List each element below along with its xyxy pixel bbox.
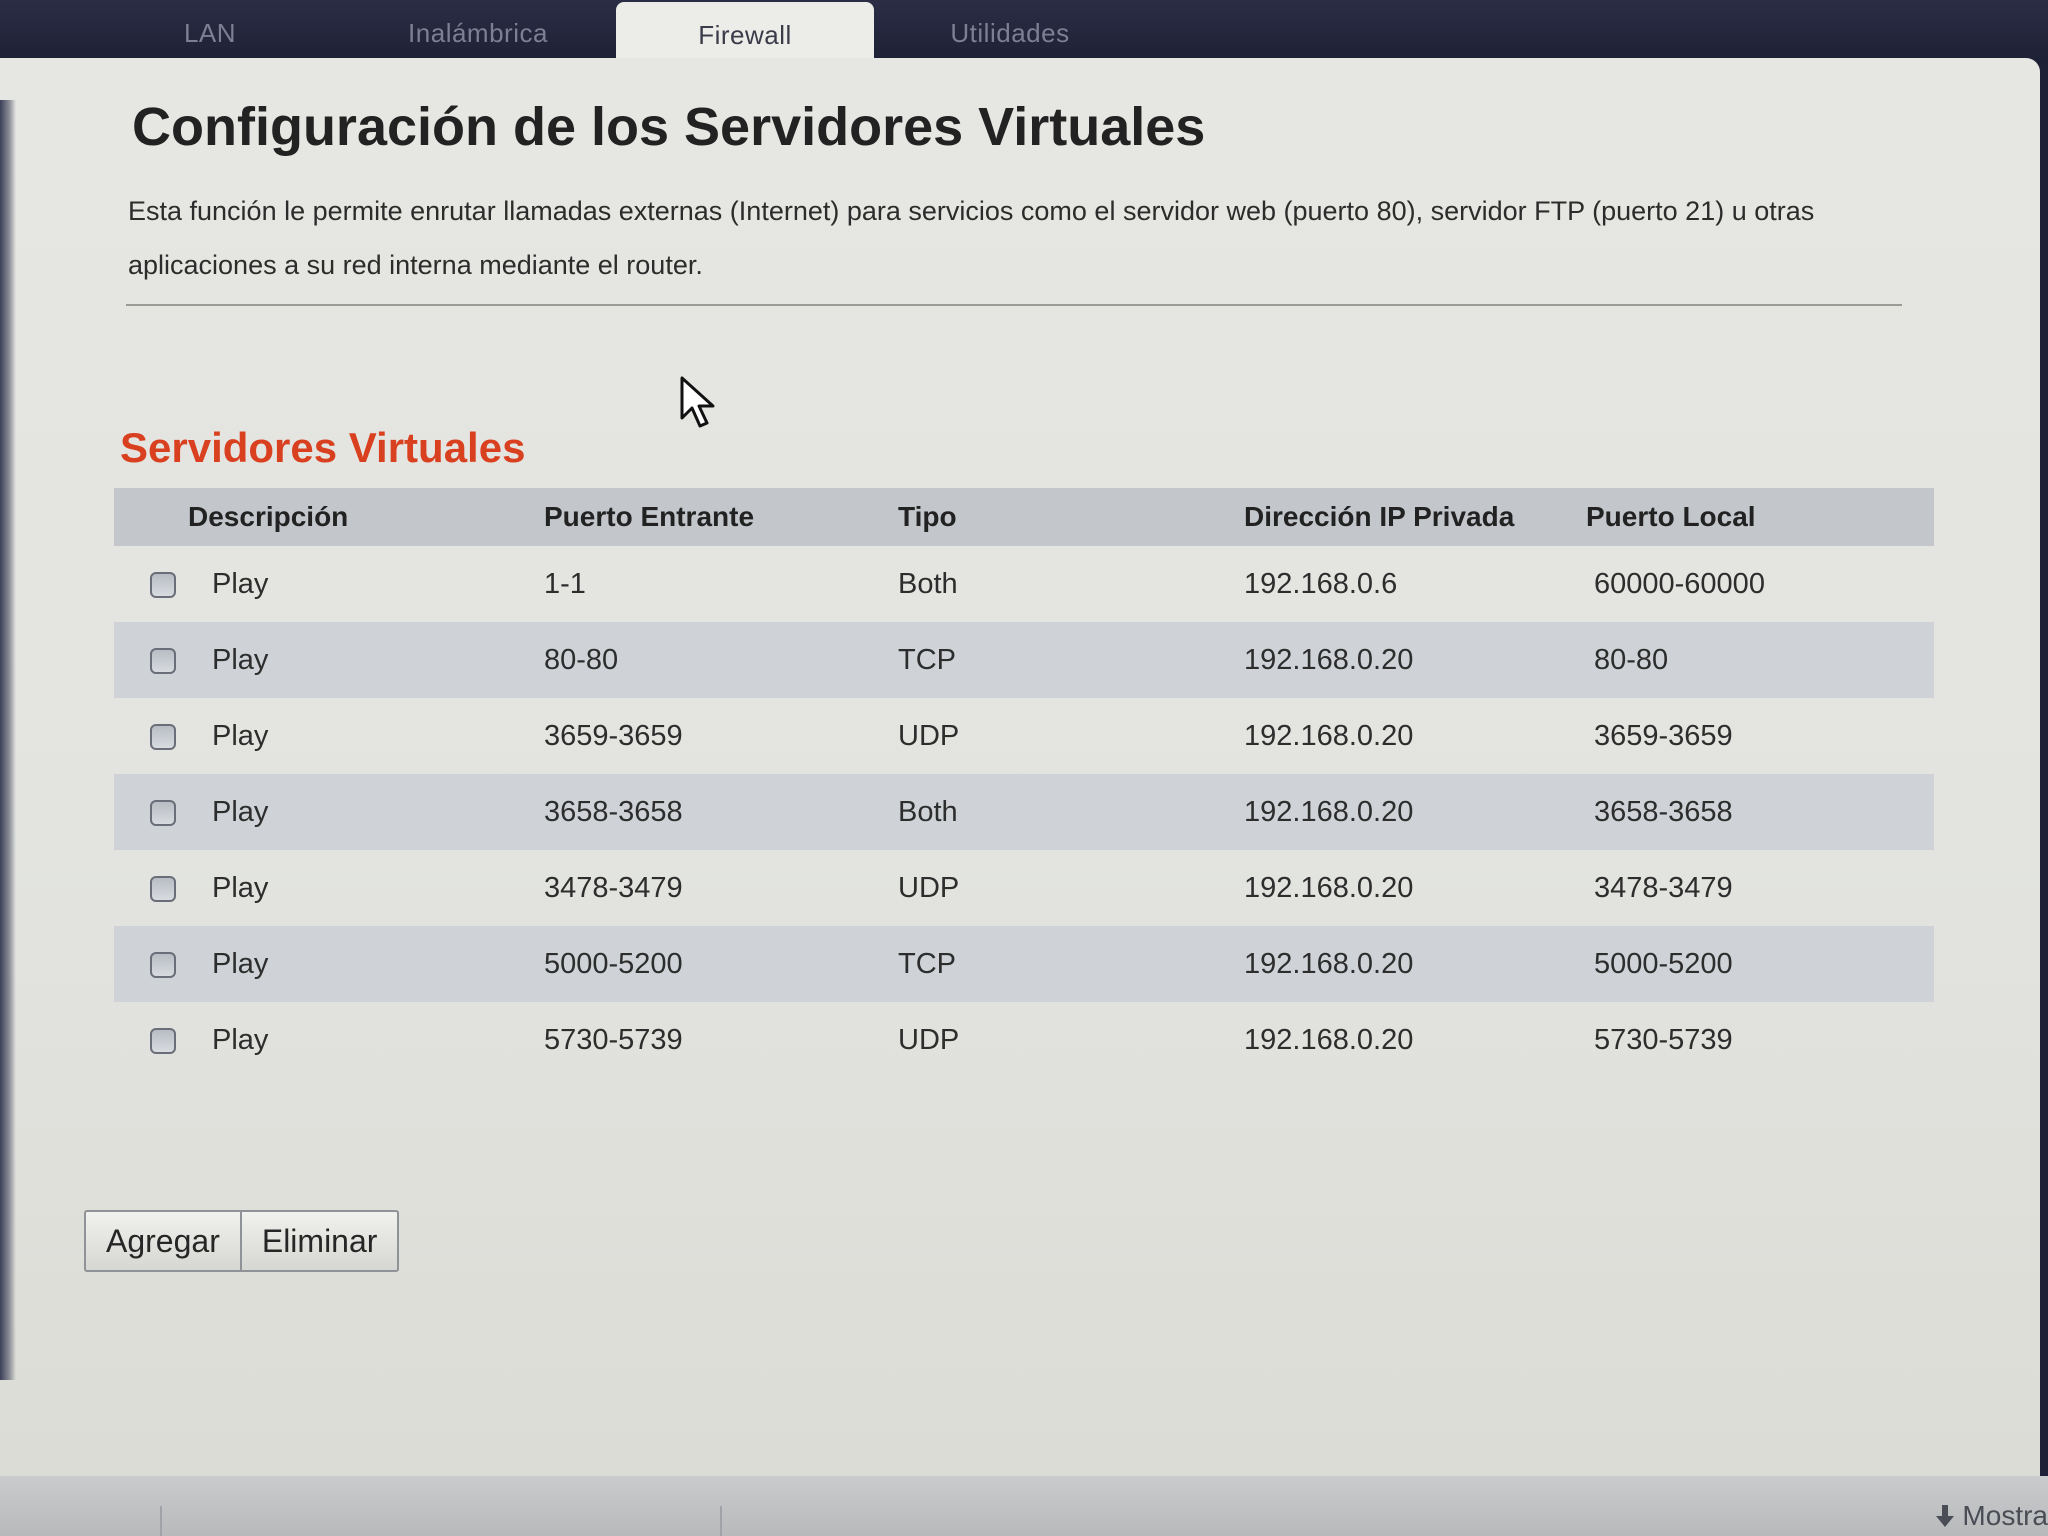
row-incoming-port: 1-1 <box>544 567 586 600</box>
row-private-ip: 192.168.0.6 <box>1244 567 1398 600</box>
row-type: UDP <box>898 1023 960 1056</box>
row-incoming-port: 80-80 <box>544 643 619 676</box>
row-description: Play <box>212 643 269 676</box>
row-type: Both <box>898 567 958 600</box>
show-downloads-label: Mostra <box>1962 1500 2048 1531</box>
row-description: Play <box>212 719 269 752</box>
page-edge-shadow <box>0 100 16 1380</box>
row-private-ip: 192.168.0.20 <box>1244 871 1414 904</box>
show-downloads-link[interactable]: Mostra <box>1936 1500 2048 1532</box>
tab-lan[interactable]: LAN <box>150 0 270 64</box>
row-local-port: 3659-3659 <box>1594 719 1733 752</box>
row-description: Play <box>212 795 269 828</box>
header-description: Descripción <box>188 501 349 532</box>
row-private-ip: 192.168.0.20 <box>1244 795 1414 828</box>
download-arrow-icon <box>1936 1505 1955 1527</box>
row-description: Play <box>212 567 269 600</box>
virtual-servers-table: Descripción Puerto Entrante Tipo Direcci… <box>114 488 1934 1078</box>
page-description: Esta función le permite enrutar llamadas… <box>128 196 1815 280</box>
row-private-ip: 192.168.0.20 <box>1244 947 1414 980</box>
table-row: Play 5000-5200 TCP 192.168.0.20 5000-520… <box>114 926 1934 1002</box>
top-tab-bar: LAN Inalámbrica Firewall Utilidades <box>0 0 2048 64</box>
divider <box>126 304 1902 306</box>
row-select-checkbox[interactable] <box>150 800 176 826</box>
row-select-checkbox[interactable] <box>150 572 176 598</box>
row-private-ip: 192.168.0.20 <box>1244 1023 1414 1056</box>
header-private-ip: Dirección IP Privada <box>1244 501 1515 532</box>
row-local-port: 3658-3658 <box>1594 795 1733 828</box>
table-row: Play 1-1 Both 192.168.0.6 60000-60000 <box>114 546 1934 622</box>
tab-inalambrica[interactable]: Inalámbrica <box>378 0 578 64</box>
row-select-checkbox[interactable] <box>150 952 176 978</box>
row-local-port: 3478-3479 <box>1594 871 1733 904</box>
row-incoming-port: 5000-5200 <box>544 947 683 980</box>
table-row: Play 3478-3479 UDP 192.168.0.20 3478-347… <box>114 850 1934 926</box>
row-incoming-port: 5730-5739 <box>544 1023 683 1056</box>
row-type: TCP <box>898 643 956 676</box>
row-select-checkbox[interactable] <box>150 724 176 750</box>
row-private-ip: 192.168.0.20 <box>1244 643 1414 676</box>
browser-bottom-bar: Mostra <box>0 1476 2048 1536</box>
row-description: Play <box>212 871 269 904</box>
action-button-group: Agregar Eliminar <box>84 1210 400 1272</box>
row-select-checkbox[interactable] <box>150 648 176 674</box>
table-row: Play 80-80 TCP 192.168.0.20 80-80 <box>114 622 1934 698</box>
row-local-port: 5730-5739 <box>1594 1023 1733 1056</box>
page-title: Configuración de los Servidores Virtuale… <box>132 97 1206 157</box>
table-row: Play 5730-5739 UDP 192.168.0.20 5730-573… <box>114 1002 1934 1078</box>
table-header: Descripción Puerto Entrante Tipo Direcci… <box>114 488 1934 546</box>
row-type: Both <box>898 795 958 828</box>
header-incoming-port: Puerto Entrante <box>544 501 755 532</box>
row-local-port: 60000-60000 <box>1594 567 1765 600</box>
bottom-bar-divider <box>720 1506 722 1536</box>
delete-button[interactable]: Eliminar <box>239 1212 398 1270</box>
row-local-port: 80-80 <box>1594 643 1669 676</box>
tab-firewall[interactable]: Firewall <box>616 2 874 64</box>
row-description: Play <box>212 947 269 980</box>
row-incoming-port: 3658-3658 <box>544 795 683 828</box>
row-select-checkbox[interactable] <box>150 1028 176 1054</box>
table-row: Play 3659-3659 UDP 192.168.0.20 3659-365… <box>114 698 1934 774</box>
row-description: Play <box>212 1023 269 1056</box>
bottom-bar-divider <box>160 1506 162 1536</box>
section-title: Servidores Virtuales <box>120 424 526 471</box>
row-select-checkbox[interactable] <box>150 876 176 902</box>
row-incoming-port: 3659-3659 <box>544 719 683 752</box>
row-private-ip: 192.168.0.20 <box>1244 719 1414 752</box>
row-type: UDP <box>898 871 960 904</box>
row-type: TCP <box>898 947 956 980</box>
header-local-port: Puerto Local <box>1586 501 1756 532</box>
header-type: Tipo <box>898 501 957 532</box>
row-local-port: 5000-5200 <box>1594 947 1733 980</box>
table-row: Play 3658-3658 Both 192.168.0.20 3658-36… <box>114 774 1934 850</box>
cursor-arrow-icon <box>680 376 715 428</box>
add-button[interactable]: Agregar <box>86 1212 240 1270</box>
row-incoming-port: 3478-3479 <box>544 871 683 904</box>
tab-utilidades[interactable]: Utilidades <box>920 0 1100 64</box>
row-type: UDP <box>898 719 960 752</box>
